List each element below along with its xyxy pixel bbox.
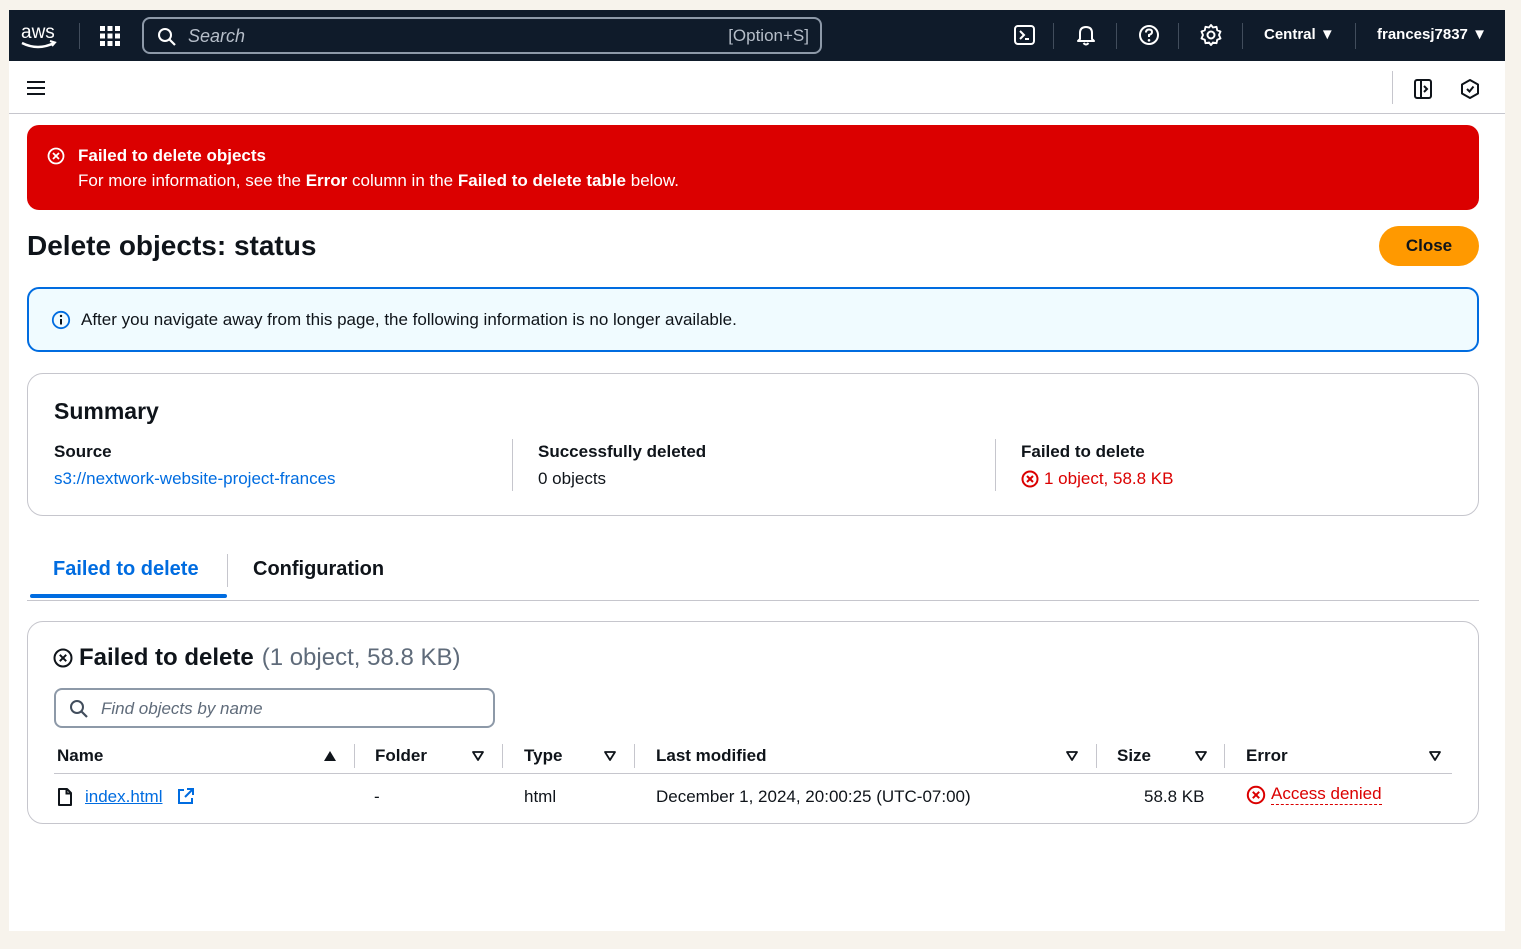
account-menu[interactable]: francesj7837 ▼ <box>1377 26 1487 43</box>
split-panel-icon[interactable] <box>1412 78 1434 100</box>
failed-to-delete-field: Failed to delete 1 object, 58.8 KB <box>1021 442 1173 493</box>
success-label: Successfully deleted <box>538 442 707 461</box>
success-value: 0 objects <box>538 469 607 488</box>
tab-failed-to-delete[interactable]: Failed to delete <box>53 558 199 581</box>
nav-divider <box>1355 23 1356 49</box>
column-header-last-modified[interactable]: Last modified <box>656 746 767 766</box>
flash-message-text: For more information, see the <box>78 171 306 190</box>
size-cell: 58.8 KB <box>1144 787 1205 806</box>
table-title: Failed to delete <box>79 644 254 671</box>
search-shortcut-hint: [Option+S] <box>728 26 809 45</box>
help-icon[interactable] <box>1136 22 1162 48</box>
table-header: Failed to delete (1 object, 58.8 KB) <box>53 644 460 672</box>
header-divider <box>54 773 1452 774</box>
flash-message: For more information, see the Error colu… <box>78 171 679 191</box>
summary-container: Summary Source s3://nextwork-website-pro… <box>27 373 1479 516</box>
summary-title: Summary <box>54 398 159 424</box>
info-alert-text: After you navigate away from this page, … <box>81 310 737 329</box>
search-icon <box>70 700 88 718</box>
global-search[interactable]: [Option+S] <box>142 17 822 54</box>
nav-divider <box>1053 23 1054 49</box>
sort-icon[interactable] <box>1428 749 1442 763</box>
cloudshell-icon[interactable] <box>1012 22 1038 48</box>
app-layout-toolbar <box>9 61 1505 114</box>
tab-list: Failed to delete Configuration <box>27 550 1479 601</box>
active-tab-indicator <box>30 594 227 598</box>
flash-message-bold: Failed to delete table <box>457 171 627 190</box>
services-grid-icon[interactable] <box>97 23 123 49</box>
settings-icon[interactable] <box>1198 22 1224 48</box>
flash-message-text: below. <box>626 171 679 190</box>
sort-ascending-icon[interactable] <box>323 749 337 763</box>
info-alert: After you navigate away from this page, … <box>27 287 1479 352</box>
sort-icon[interactable] <box>1194 749 1208 763</box>
column-header-error[interactable]: Error <box>1246 746 1288 766</box>
bell-icon[interactable] <box>1073 22 1099 48</box>
menu-icon[interactable] <box>26 80 46 96</box>
error-status-icon <box>1021 470 1039 488</box>
sort-icon[interactable] <box>1065 749 1079 763</box>
page-title: Delete objects: status <box>27 230 317 261</box>
flash-message-text: column in the <box>347 171 458 190</box>
column-divider <box>1096 744 1097 768</box>
aws-logo-text: aws <box>21 22 55 43</box>
console-frame: aws [Option+S] <box>9 10 1505 931</box>
column-divider <box>634 744 635 768</box>
sort-icon[interactable] <box>603 749 617 763</box>
source-label: Source <box>54 442 112 461</box>
nav-divider <box>79 23 80 49</box>
failed-value-text: 1 object, 58.8 KB <box>1044 469 1174 488</box>
column-divider <box>502 744 503 768</box>
type-cell: html <box>524 787 557 806</box>
failed-label: Failed to delete <box>1021 442 1145 461</box>
column-header-type[interactable]: Type <box>524 746 562 766</box>
last-modified-cell: December 1, 2024, 20:00:25 (UTC-07:00) <box>656 787 971 806</box>
tab-divider <box>227 554 228 587</box>
column-divider <box>512 439 513 491</box>
error-flashbar: Failed to delete objects For more inform… <box>27 125 1479 210</box>
filter-input[interactable] <box>101 698 481 720</box>
nav-divider <box>1242 23 1243 49</box>
info-icon <box>51 310 71 330</box>
nav-divider <box>1178 23 1179 49</box>
object-filter[interactable] <box>54 688 495 728</box>
tools-panel-icon[interactable] <box>1459 78 1481 100</box>
object-name-link[interactable]: index.html <box>85 787 162 807</box>
toolbar-divider <box>1392 71 1393 104</box>
source-field: Source s3://nextwork-website-project-fra… <box>54 442 336 489</box>
source-link[interactable]: s3://nextwork-website-project-frances <box>54 469 336 489</box>
external-link-icon[interactable] <box>176 787 195 806</box>
column-divider <box>995 439 996 491</box>
column-divider <box>1224 744 1225 768</box>
region-selector[interactable]: Central ▼ <box>1264 26 1335 43</box>
top-navigation: aws [Option+S] <box>9 10 1505 61</box>
column-header-size[interactable]: Size <box>1117 746 1151 766</box>
flash-message-bold: Error <box>305 171 348 190</box>
search-input[interactable] <box>188 25 668 47</box>
failed-value: 1 object, 58.8 KB <box>1021 469 1173 489</box>
error-cell[interactable]: Access denied <box>1246 784 1382 805</box>
error-status-icon <box>1246 785 1266 804</box>
aws-logo[interactable]: aws <box>18 16 60 54</box>
sort-icon[interactable] <box>471 749 485 763</box>
flash-title: Failed to delete objects <box>78 146 266 165</box>
error-icon <box>53 648 73 668</box>
tab-configuration[interactable]: Configuration <box>253 558 384 581</box>
column-header-folder[interactable]: Folder <box>375 746 427 766</box>
close-button[interactable]: Close <box>1379 226 1479 266</box>
column-divider <box>354 744 355 768</box>
error-icon <box>47 147 65 165</box>
successfully-deleted-field: Successfully deleted 0 objects <box>538 442 706 489</box>
file-icon <box>58 788 72 806</box>
column-header-name[interactable]: Name <box>57 746 103 766</box>
error-text[interactable]: Access denied <box>1271 784 1382 805</box>
search-icon <box>158 28 176 46</box>
folder-cell: - <box>374 787 380 806</box>
nav-divider <box>1116 23 1117 49</box>
table-count: (1 object, 58.8 KB) <box>261 644 461 671</box>
failed-to-delete-table: Failed to delete (1 object, 58.8 KB) Nam… <box>27 621 1479 824</box>
